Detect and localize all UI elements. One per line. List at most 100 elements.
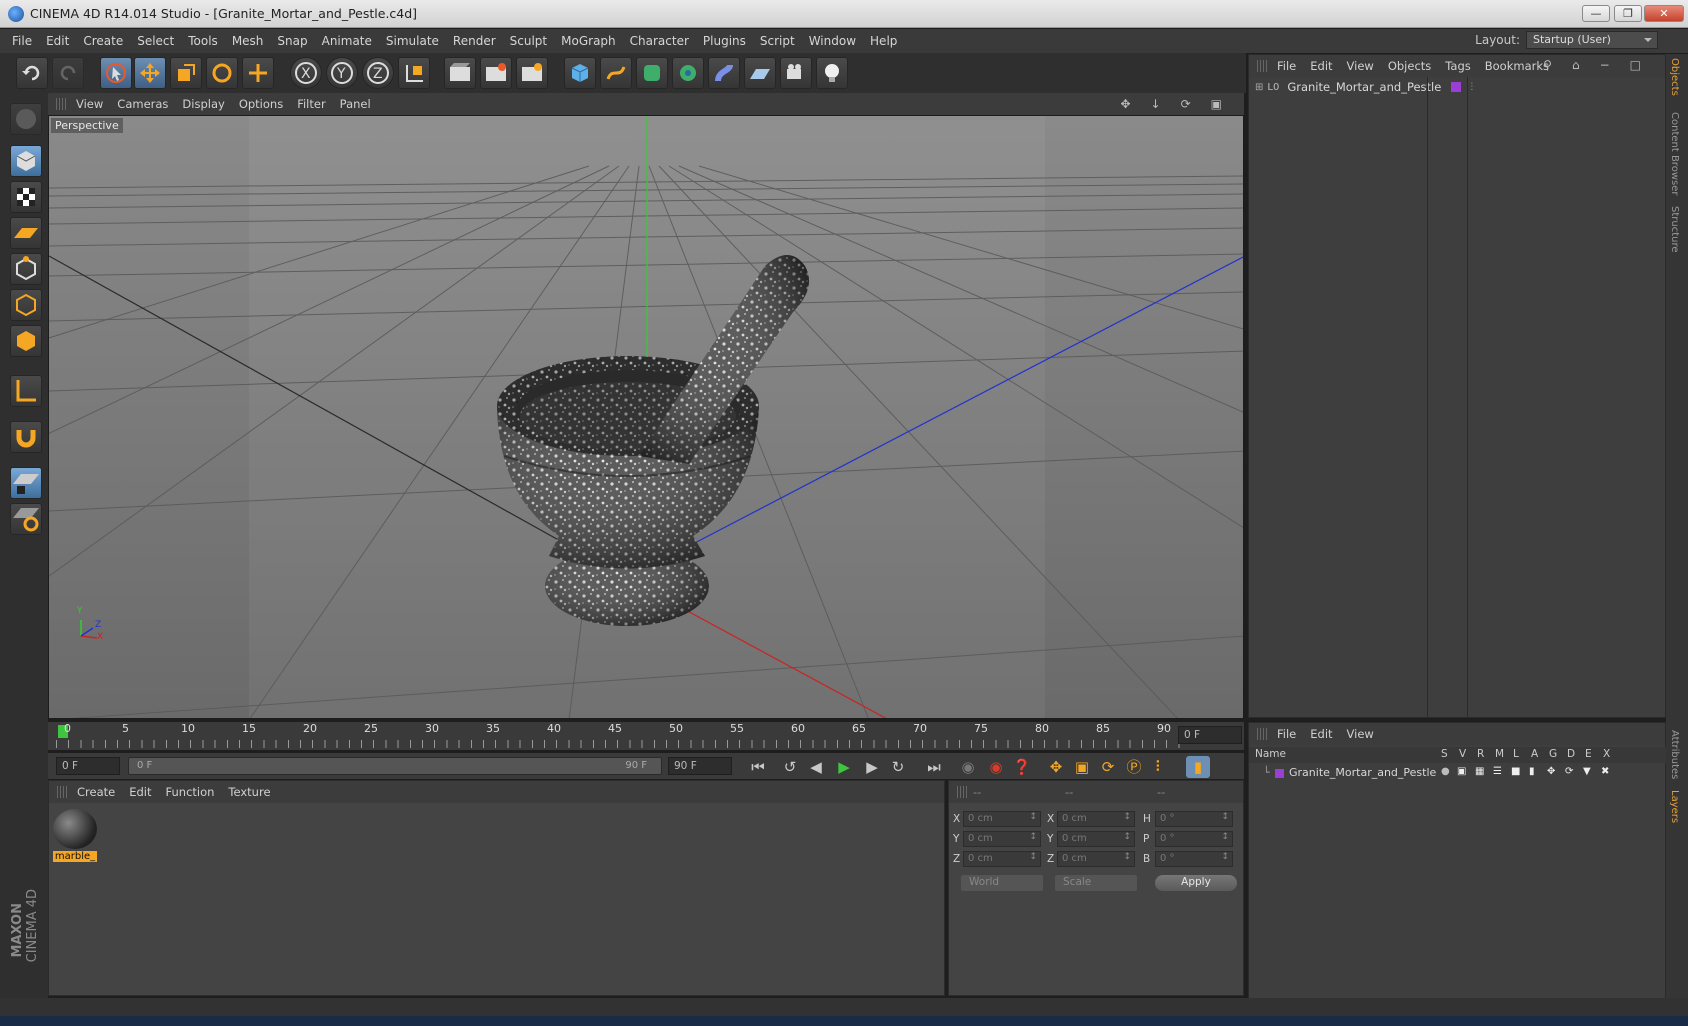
menu-render[interactable]: Render [453, 34, 496, 48]
xref-toggle-icon[interactable]: ✖ [1601, 766, 1609, 777]
rotation-p-field[interactable]: 0 ° [1155, 831, 1233, 847]
key-position-button[interactable]: ✥ [1044, 756, 1068, 778]
position-y-field[interactable]: 0 cm [963, 831, 1041, 847]
play-button[interactable]: ▶ [832, 756, 856, 778]
flag-header-e[interactable]: E [1585, 748, 1592, 760]
next-frame-button[interactable]: ▶ [860, 756, 884, 778]
material-menu-edit[interactable]: Edit [129, 785, 151, 799]
viewport-menu-panel[interactable]: Panel [340, 97, 371, 111]
collapse-icon[interactable]: − [1600, 58, 1610, 72]
size-y-field[interactable]: 0 cm [1057, 831, 1135, 847]
animation-toggle-icon[interactable]: ▮ [1529, 766, 1535, 777]
scale-tool-button[interactable] [170, 57, 202, 89]
size-x-field[interactable]: 0 cm [1057, 811, 1135, 827]
object-row[interactable]: ⊞ L0 Granite_Mortar_and_Pestle ⋮ [1249, 77, 1667, 97]
texture-mode-button[interactable] [10, 181, 42, 213]
objects-menu-edit[interactable]: Edit [1310, 59, 1332, 73]
key-rotation-button[interactable]: ⟳ [1096, 756, 1120, 778]
menu-mesh[interactable]: Mesh [232, 34, 264, 48]
timeline-mode-button[interactable]: ▮ [1186, 756, 1210, 778]
flag-header-l[interactable]: L [1513, 748, 1519, 760]
rotation-h-field[interactable]: 0 ° [1155, 811, 1233, 827]
viewport-pan-icon[interactable]: ✥ [1120, 97, 1130, 111]
next-key-button[interactable]: ↻ [886, 756, 910, 778]
size-z-field[interactable]: 0 cm [1057, 851, 1135, 867]
render-view-button[interactable] [444, 57, 476, 89]
deformer-button[interactable] [708, 57, 740, 89]
manager-toggle-icon[interactable]: ☰ [1493, 766, 1502, 777]
subdivision-surface-button[interactable] [636, 57, 668, 89]
cloner-button[interactable] [672, 57, 704, 89]
y-axis-lock-button[interactable]: Y [326, 57, 358, 89]
deformers-toggle-icon[interactable]: ⟳ [1565, 766, 1573, 777]
menu-help[interactable]: Help [870, 34, 897, 48]
undo-button[interactable] [16, 57, 48, 89]
select-tool-button[interactable] [100, 57, 132, 89]
menu-create[interactable]: Create [83, 34, 123, 48]
polygons-mode-button[interactable] [10, 325, 42, 357]
menu-plugins[interactable]: Plugins [703, 34, 746, 48]
points-mode-button[interactable] [10, 253, 42, 285]
rotation-b-field[interactable]: 0 ° [1155, 851, 1233, 867]
panel-grip-icon[interactable] [957, 786, 969, 798]
current-frame-field[interactable]: 0 F [1178, 726, 1242, 744]
material-menu-texture[interactable]: Texture [228, 785, 270, 799]
search-icon[interactable]: ⚲ [1543, 58, 1552, 72]
coord-system-dropdown[interactable]: World [961, 875, 1043, 891]
apply-button[interactable]: Apply [1155, 875, 1237, 891]
layout-dropdown[interactable]: Startup (User) [1526, 31, 1658, 49]
flag-header-r[interactable]: R [1477, 748, 1484, 760]
record-keys-button[interactable]: ◉ [984, 756, 1008, 778]
position-x-field[interactable]: 0 cm [963, 811, 1041, 827]
end-frame-field[interactable]: 90 F [668, 757, 732, 775]
flag-header-m[interactable]: M [1495, 748, 1504, 760]
previous-key-button[interactable]: ↺ [778, 756, 802, 778]
make-editable-button[interactable] [10, 103, 42, 135]
visible-toggle-icon[interactable]: ▣ [1457, 766, 1466, 777]
timeline-ruler[interactable]: 0 5 10 15 20 25 30 35 40 45 50 55 60 65 … [48, 722, 1244, 750]
menu-snap[interactable]: Snap [277, 34, 307, 48]
material-menu-create[interactable]: Create [77, 785, 115, 799]
objects-menu-tags[interactable]: Tags [1445, 59, 1470, 73]
panel-grip-icon[interactable] [56, 98, 68, 110]
key-pla-button[interactable]: ⠇ [1148, 756, 1172, 778]
rotate-tool-button[interactable] [206, 57, 238, 89]
objects-menu-view[interactable]: View [1347, 59, 1374, 73]
layer-row[interactable]: └ Granite_Mortar_and_Pestle ● ▣ ▦ ☰ ■ ▮ … [1249, 765, 1667, 781]
viewport-menu-view[interactable]: View [76, 97, 103, 111]
layer-color-tag[interactable] [1451, 82, 1462, 92]
start-frame-field[interactable]: 0 F [56, 757, 120, 775]
object-name[interactable]: Granite_Mortar_and_Pestle [1287, 80, 1441, 94]
panel-grip-icon[interactable] [57, 786, 69, 798]
tab-content-browser[interactable]: Content Browser [1669, 112, 1680, 195]
render-settings-button[interactable] [516, 57, 548, 89]
expand-icon[interactable]: ⊞ [1255, 82, 1263, 93]
flag-header-v[interactable]: V [1459, 748, 1466, 760]
name-column-header[interactable]: Name [1255, 748, 1286, 760]
menu-script[interactable]: Script [760, 34, 795, 48]
position-z-field[interactable]: 0 cm [963, 851, 1041, 867]
layer-name[interactable]: Granite_Mortar_and_Pestle [1289, 766, 1436, 779]
material-swatch[interactable]: marble_ [53, 809, 97, 865]
menu-window[interactable]: Window [809, 34, 856, 48]
panel-grip-icon[interactable] [1257, 728, 1269, 740]
axis-mode-button[interactable] [10, 375, 42, 407]
flag-header-g[interactable]: G [1549, 748, 1557, 760]
camera-button[interactable] [780, 57, 812, 89]
layers-menu-edit[interactable]: Edit [1310, 727, 1332, 741]
3d-viewport[interactable]: Perspective Y X Z [48, 115, 1244, 719]
menu-file[interactable]: File [12, 34, 32, 48]
size-mode-dropdown[interactable]: Scale [1055, 875, 1137, 891]
flag-header-a[interactable]: A [1531, 748, 1538, 760]
viewport-menu-display[interactable]: Display [182, 97, 224, 111]
move-tool-button[interactable] [134, 57, 166, 89]
close-button[interactable]: ✕ [1644, 5, 1684, 22]
visibility-dots-icon[interactable]: ⋮ [1467, 82, 1476, 92]
tab-objects[interactable]: Objects [1669, 58, 1680, 96]
lock-toggle-icon[interactable]: ■ [1511, 766, 1520, 777]
viewport-maximize-icon[interactable]: ▣ [1211, 97, 1222, 111]
spline-pen-button[interactable] [600, 57, 632, 89]
coordinate-system-button[interactable] [398, 57, 430, 89]
tab-structure[interactable]: Structure [1669, 206, 1680, 253]
flag-header-d[interactable]: D [1567, 748, 1575, 760]
